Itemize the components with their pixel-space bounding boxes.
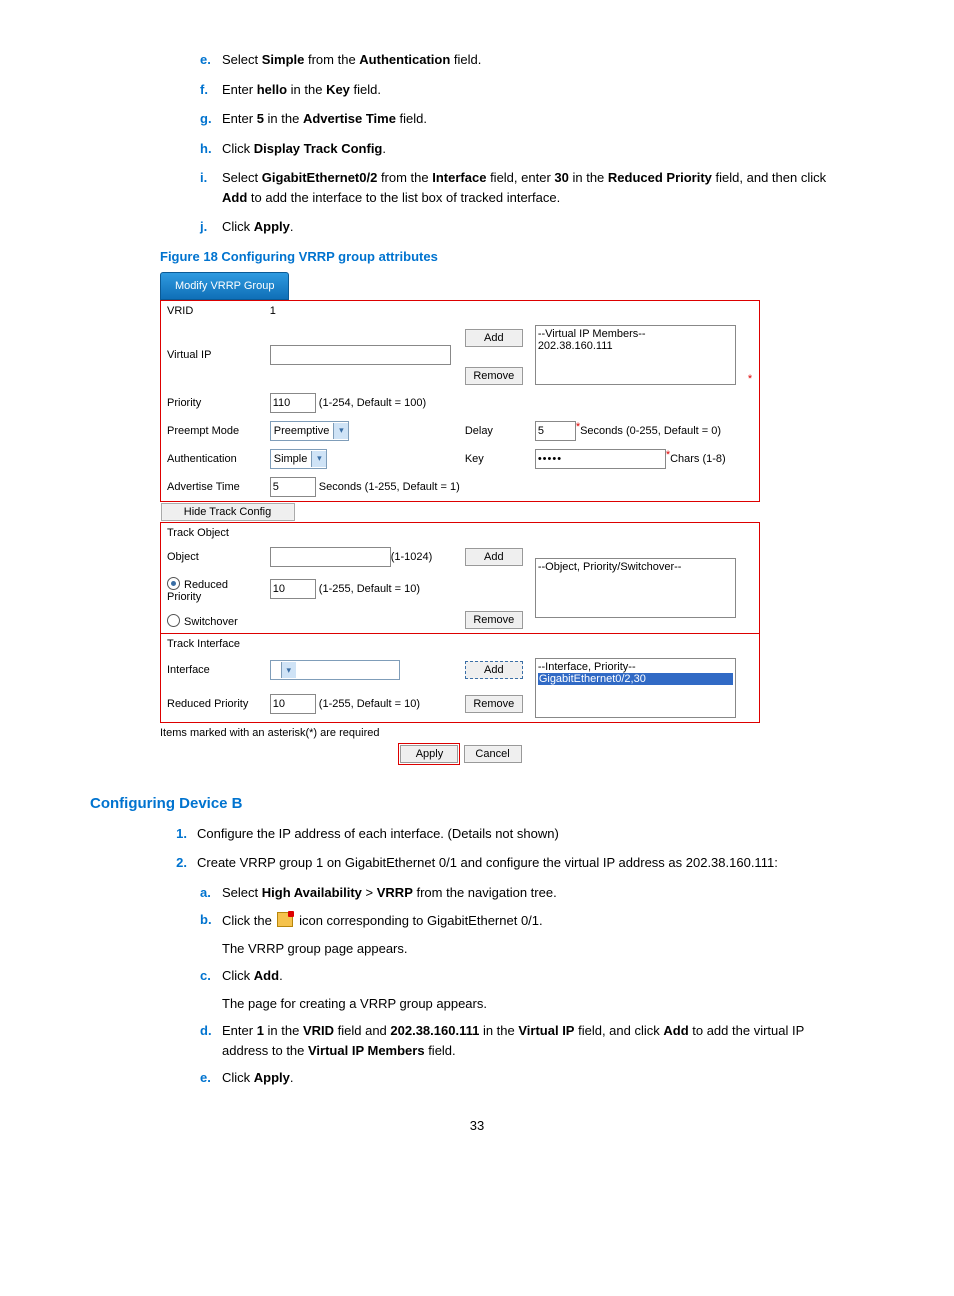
switchover-label: Switchover: [184, 616, 238, 628]
preempt-label: Preempt Mode: [161, 417, 264, 445]
track-object-header: Track Object: [161, 522, 760, 543]
sub-steps-list: a. Select High Availability > VRRP from …: [200, 883, 844, 1088]
object-hint: (1-1024): [391, 551, 433, 563]
key-hint: Chars (1-8): [670, 453, 726, 465]
step-text: Select High Availability > VRRP from the…: [222, 883, 557, 903]
object-add-button[interactable]: Add: [465, 548, 523, 566]
step-marker: j.: [200, 217, 222, 237]
virtualip-input[interactable]: [270, 345, 451, 365]
step-text: Enter hello in the Key field.: [222, 80, 381, 100]
footer-buttons: Apply Cancel: [160, 743, 760, 765]
step-text: Click the icon corresponding to GigabitE…: [222, 910, 543, 931]
section-heading: Configuring Device B: [90, 795, 864, 812]
object-input[interactable]: [270, 547, 391, 567]
if-reduced-label: Reduced Priority: [161, 687, 264, 722]
tab-modify-vrrp[interactable]: Modify VRRP Group: [160, 272, 289, 300]
priority-label: Priority: [161, 389, 264, 417]
reduced-priority-radio[interactable]: [167, 577, 180, 590]
step-text: Enter 1 in the VRID field and 202.38.160…: [222, 1021, 844, 1060]
step-marker: e.: [200, 1068, 222, 1088]
step-text: Select Simple from the Authentication fi…: [222, 50, 481, 70]
step-marker: a.: [200, 883, 222, 903]
object-label: Object: [161, 543, 264, 571]
step-text: Click Apply.: [222, 1068, 294, 1088]
object-listbox[interactable]: --Object, Priority/Switchover--: [535, 558, 736, 618]
reduced-priority-input[interactable]: [270, 579, 316, 599]
advtime-hint: Seconds (1-255, Default = 1): [319, 481, 460, 493]
step-marker: c.: [200, 966, 222, 986]
edit-icon: [277, 912, 293, 927]
step-marker: 1.: [165, 824, 197, 844]
numbered-list: 1.Configure the IP address of each inter…: [165, 824, 844, 873]
vrid-value: 1: [264, 300, 760, 321]
step-text: Create VRRP group 1 on GigabitEthernet 0…: [197, 853, 778, 873]
step-marker: i.: [200, 168, 222, 207]
switchover-radio[interactable]: [167, 614, 180, 627]
step-marker: d.: [200, 1021, 222, 1060]
key-label: Key: [459, 445, 529, 473]
step-marker: b.: [200, 910, 222, 931]
add-button[interactable]: Add: [465, 329, 523, 347]
advtime-label: Advertise Time: [161, 473, 264, 502]
vrrp-panel: Modify VRRP Group VRID 1 Virtual IP Add …: [160, 272, 760, 765]
delay-label: Delay: [459, 417, 529, 445]
step-cont: The page for creating a VRRP group appea…: [222, 994, 844, 1014]
chevron-down-icon: ▾: [333, 423, 348, 439]
step-marker: 2.: [165, 853, 197, 873]
apply-button[interactable]: Apply: [400, 745, 458, 763]
step-marker: g.: [200, 109, 222, 129]
virtualip-label: Virtual IP: [161, 321, 264, 389]
page-number: 33: [90, 1118, 864, 1133]
interface-label: Interface: [161, 654, 264, 688]
vrid-label: VRID: [161, 300, 264, 321]
track-interface-header: Track Interface: [161, 633, 760, 654]
step-text: Click Add.: [222, 966, 283, 986]
priority-input[interactable]: [270, 393, 316, 413]
figure-caption: Figure 18 Configuring VRRP group attribu…: [160, 249, 864, 264]
if-reduced-input[interactable]: [270, 694, 316, 714]
instruction-list-top: e. Select Simple from the Authentication…: [200, 50, 844, 237]
interface-select[interactable]: ▾: [270, 660, 400, 680]
step-text: Select GigabitEthernet0/2 from the Inter…: [222, 168, 844, 207]
step-text: Click Apply.: [222, 217, 294, 237]
step-marker: h.: [200, 139, 222, 159]
step-marker: f.: [200, 80, 222, 100]
cancel-button[interactable]: Cancel: [464, 745, 522, 763]
delay-input[interactable]: [535, 421, 576, 441]
step-text: Configure the IP address of each interfa…: [197, 824, 559, 844]
object-remove-button[interactable]: Remove: [465, 611, 523, 629]
hide-track-button[interactable]: Hide Track Config: [161, 503, 295, 521]
delay-hint: Seconds (0-255, Default = 0): [580, 425, 721, 437]
chevron-down-icon: ▾: [311, 451, 326, 467]
step-text: Enter 5 in the Advertise Time field.: [222, 109, 427, 129]
step-cont: The VRRP group page appears.: [222, 939, 844, 959]
remove-button[interactable]: Remove: [465, 367, 523, 385]
preempt-select[interactable]: Preemptive▾: [270, 421, 350, 441]
priority-hint: (1-254, Default = 100): [319, 397, 426, 409]
auth-select[interactable]: Simple▾: [270, 449, 328, 469]
advtime-input[interactable]: [270, 477, 316, 497]
interface-listbox[interactable]: --Interface, Priority-- GigabitEthernet0…: [535, 658, 736, 718]
interface-add-button[interactable]: Add: [465, 661, 523, 679]
virtualip-members-listbox[interactable]: --Virtual IP Members-- 202.38.160.111: [535, 325, 736, 385]
required-note: Items marked with an asterisk(*) are req…: [160, 727, 760, 739]
chevron-down-icon: ▾: [281, 662, 296, 678]
required-asterisk: *: [748, 373, 752, 385]
key-input[interactable]: [535, 449, 666, 469]
interface-remove-button[interactable]: Remove: [465, 695, 523, 713]
step-marker: e.: [200, 50, 222, 70]
step-text: Click Display Track Config.: [222, 139, 386, 159]
auth-label: Authentication: [161, 445, 264, 473]
